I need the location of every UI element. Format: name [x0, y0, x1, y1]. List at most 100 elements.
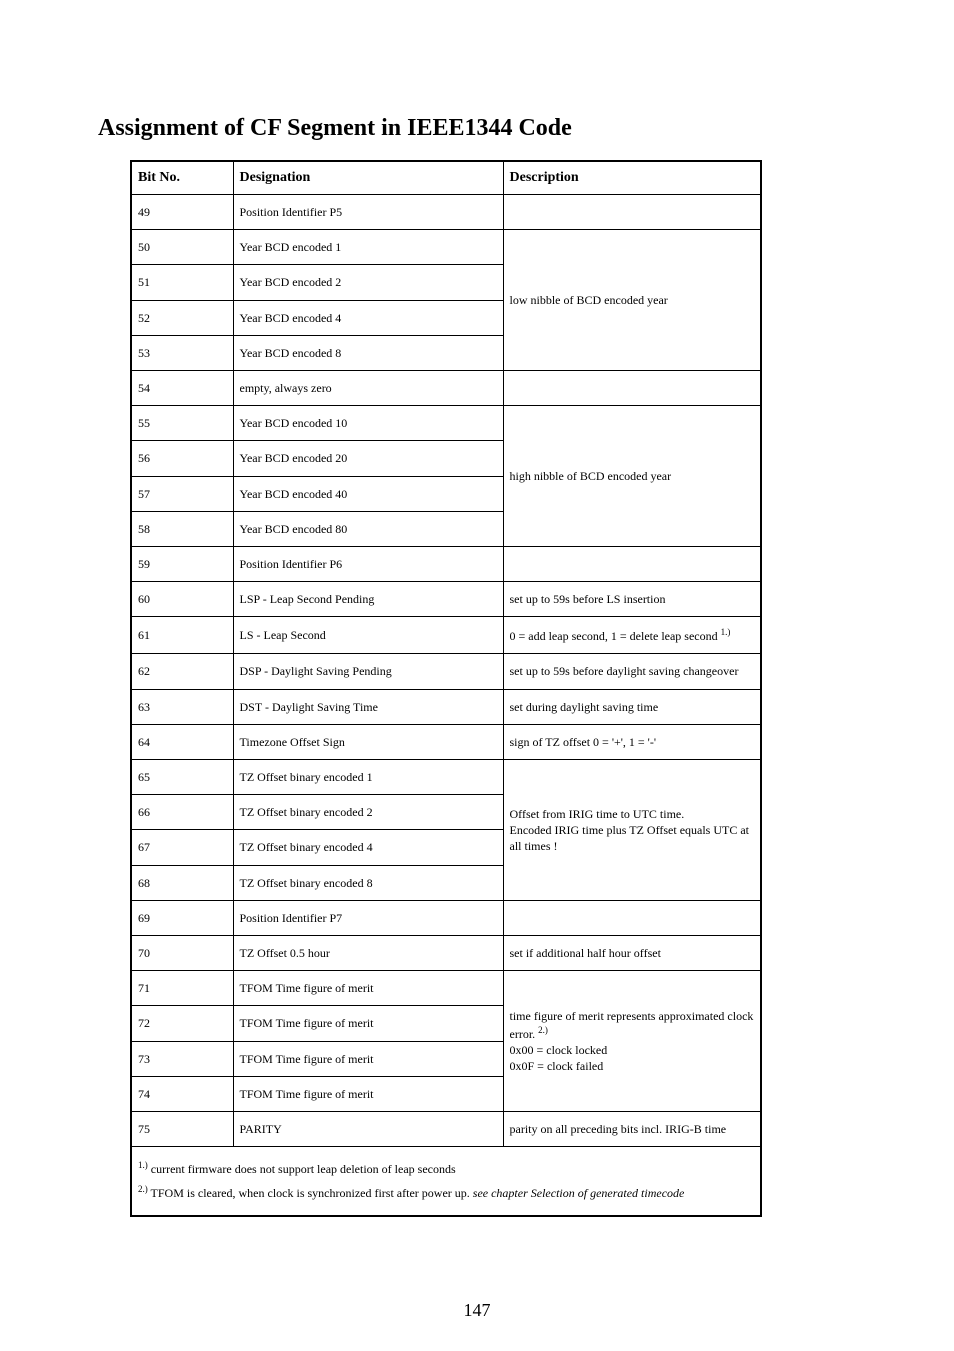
table-header-row: Bit No. Designation Description — [131, 161, 761, 195]
table-row: 50 Year BCD encoded 1 low nibble of BCD … — [131, 230, 761, 265]
cell-des: TZ Offset 0.5 hour — [233, 935, 503, 970]
col-designation: Designation — [233, 161, 503, 195]
tfom-line3: 0x0F = clock failed — [510, 1059, 604, 1073]
table-row: 61 LS - Leap Second 0 = add leap second,… — [131, 617, 761, 654]
cell-bit: 63 — [131, 689, 233, 724]
cell-desc-tz-offset: Offset from IRIG time to UTC time. Encod… — [503, 760, 761, 901]
cell-bit: 75 — [131, 1111, 233, 1146]
cell-desc-dst: set during daylight saving time — [503, 689, 761, 724]
table-row: 71 TFOM Time figure of merit time figure… — [131, 971, 761, 1006]
cell-desc-tz-sign: sign of TZ offset 0 = '+', 1 = '-' — [503, 724, 761, 759]
fn2-text-b: see chapter Selection of generated timec… — [473, 1186, 685, 1200]
cell-bit: 58 — [131, 511, 233, 546]
cell-desc-high-nibble: high nibble of BCD encoded year — [503, 406, 761, 547]
cell-desc — [503, 546, 761, 581]
col-bitno: Bit No. — [131, 161, 233, 195]
cell-des: PARITY — [233, 1111, 503, 1146]
cell-desc-low-nibble: low nibble of BCD encoded year — [503, 230, 761, 371]
page-number: 147 — [0, 1300, 954, 1321]
cell-bit: 53 — [131, 335, 233, 370]
page-title: Assignment of CF Segment in IEEE1344 Cod… — [98, 115, 856, 142]
cell-bit: 71 — [131, 971, 233, 1006]
main-table: Bit No. Designation Description 49 Posit… — [130, 160, 762, 1217]
cell-des: LSP - Leap Second Pending — [233, 582, 503, 617]
tfom-sup: 2.) — [538, 1025, 548, 1035]
cell-bit: 64 — [131, 724, 233, 759]
table-row: 60 LSP - Leap Second Pending set up to 5… — [131, 582, 761, 617]
cell-desc — [503, 195, 761, 230]
fn2-sup: 2.) — [138, 1184, 148, 1194]
table-row: 64 Timezone Offset Sign sign of TZ offse… — [131, 724, 761, 759]
cell-des: Year BCD encoded 20 — [233, 441, 503, 476]
cell-des: LS - Leap Second — [233, 617, 503, 654]
table-row: 54 empty, always zero — [131, 370, 761, 405]
cell-bit: 70 — [131, 935, 233, 970]
cell-des: TZ Offset binary encoded 8 — [233, 865, 503, 900]
fn2-text-a: TFOM is cleared, when clock is synchroni… — [148, 1186, 473, 1200]
cell-des: DSP - Daylight Saving Pending — [233, 654, 503, 689]
cell-bit: 61 — [131, 617, 233, 654]
cell-des: Year BCD encoded 1 — [233, 230, 503, 265]
cell-bit: 51 — [131, 265, 233, 300]
table-row: 49 Position Identifier P5 — [131, 195, 761, 230]
cell-des: TFOM Time figure of merit — [233, 971, 503, 1006]
cell-des: TZ Offset binary encoded 1 — [233, 760, 503, 795]
cell-des: TFOM Time figure of merit — [233, 1076, 503, 1111]
cell-bit: 65 — [131, 760, 233, 795]
cell-bit: 69 — [131, 900, 233, 935]
cell-bit: 50 — [131, 230, 233, 265]
cell-desc-tfom: time figure of merit represents approxim… — [503, 971, 761, 1112]
cell-bit: 68 — [131, 865, 233, 900]
table-row: 63 DST - Daylight Saving Time set during… — [131, 689, 761, 724]
footnotes: 1.) current firmware does not support le… — [131, 1147, 761, 1216]
ls-text: 0 = add leap second, 1 = delete leap sec… — [510, 629, 721, 643]
cell-bit: 73 — [131, 1041, 233, 1076]
table-row: 62 DSP - Daylight Saving Pending set up … — [131, 654, 761, 689]
cell-des: DST - Daylight Saving Time — [233, 689, 503, 724]
cell-des: TFOM Time figure of merit — [233, 1041, 503, 1076]
col-description: Description — [503, 161, 761, 195]
cell-bit: 60 — [131, 582, 233, 617]
cell-des: Year BCD encoded 80 — [233, 511, 503, 546]
cell-bit: 72 — [131, 1006, 233, 1041]
cell-des: Position Identifier P5 — [233, 195, 503, 230]
cell-desc-tz-half: set if additional half hour offset — [503, 935, 761, 970]
cell-des: Year BCD encoded 10 — [233, 406, 503, 441]
cell-des: Timezone Offset Sign — [233, 724, 503, 759]
table-row: 65 TZ Offset binary encoded 1 Offset fro… — [131, 760, 761, 795]
tfom-line2: 0x00 = clock locked — [510, 1043, 608, 1057]
cell-desc-ls: 0 = add leap second, 1 = delete leap sec… — [503, 617, 761, 654]
cell-desc — [503, 900, 761, 935]
table-row: 55 Year BCD encoded 10 high nibble of BC… — [131, 406, 761, 441]
ls-sup: 1.) — [721, 627, 731, 637]
cell-bit: 66 — [131, 795, 233, 830]
table-row: 69 Position Identifier P7 — [131, 900, 761, 935]
cell-bit: 57 — [131, 476, 233, 511]
table-row: 59 Position Identifier P6 — [131, 546, 761, 581]
cell-bit: 62 — [131, 654, 233, 689]
cell-des: TZ Offset binary encoded 4 — [233, 830, 503, 865]
cell-bit: 55 — [131, 406, 233, 441]
tz-line1: Offset from IRIG time to UTC time. — [510, 807, 685, 821]
table-row: 70 TZ Offset 0.5 hour set if additional … — [131, 935, 761, 970]
cell-bit: 56 — [131, 441, 233, 476]
fn1-text: current firmware does not support leap d… — [148, 1162, 456, 1176]
tz-line2: Encoded IRIG time plus TZ Offset equals … — [510, 823, 750, 853]
cell-des: Year BCD encoded 4 — [233, 300, 503, 335]
fn1-sup: 1.) — [138, 1160, 148, 1170]
cell-desc — [503, 370, 761, 405]
cell-bit: 67 — [131, 830, 233, 865]
cell-desc-dsp: set up to 59s before daylight saving cha… — [503, 654, 761, 689]
cell-bit: 49 — [131, 195, 233, 230]
footnotes-row: 1.) current firmware does not support le… — [131, 1147, 761, 1216]
cell-bit: 54 — [131, 370, 233, 405]
cell-desc-lsp: set up to 59s before LS insertion — [503, 582, 761, 617]
cell-des: Position Identifier P6 — [233, 546, 503, 581]
cell-des: empty, always zero — [233, 370, 503, 405]
cell-des: Year BCD encoded 8 — [233, 335, 503, 370]
cell-des: TZ Offset binary encoded 2 — [233, 795, 503, 830]
table-row: 75 PARITY parity on all preceding bits i… — [131, 1111, 761, 1146]
cell-desc-parity: parity on all preceding bits incl. IRIG-… — [503, 1111, 761, 1146]
cell-des: Position Identifier P7 — [233, 900, 503, 935]
cell-des: Year BCD encoded 40 — [233, 476, 503, 511]
